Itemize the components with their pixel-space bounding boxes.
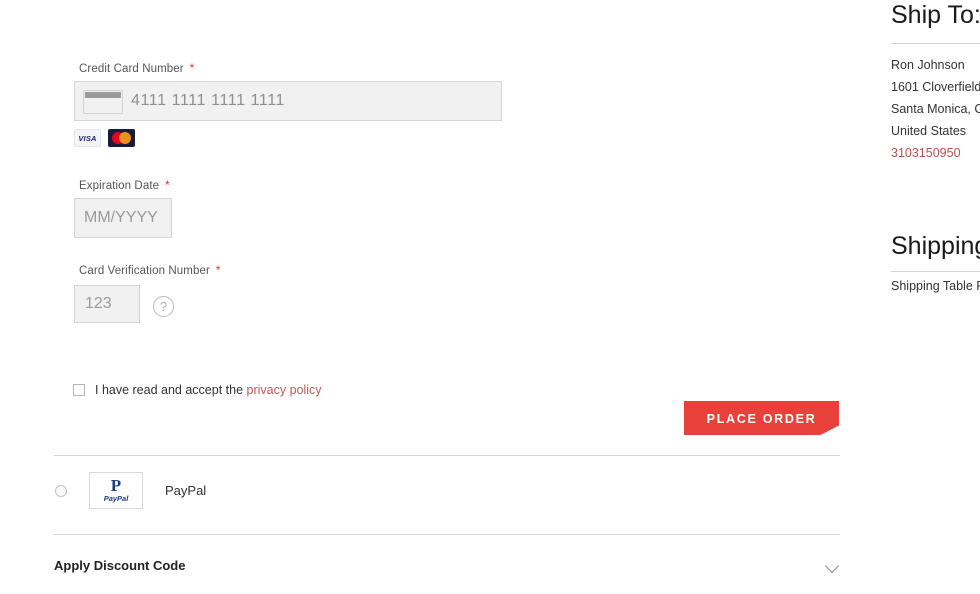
expiration-date-select[interactable]: MM/YYYY [74,198,172,238]
generic-credit-card-icon [83,88,123,114]
checkout-payment-page: Credit Card Number * 4111 1111 1111 1111 … [0,0,980,594]
card-verification-number-label: Card Verification Number * [79,264,220,278]
question-mark-icon[interactable]: ? [153,296,174,317]
payment-method-paypal[interactable]: P PayPal PayPal [55,472,206,509]
visa-logo: VISA [74,129,101,147]
privacy-policy-statement: I have read and accept the [95,383,244,397]
accepted-card-brands: VISA [74,129,135,147]
paypal-logo: P PayPal [89,472,143,509]
divider [891,43,980,44]
mastercard-logo [108,129,135,147]
paypal-radio[interactable] [55,484,67,497]
address-line: United States [891,124,967,138]
paypal-label: PayPal [165,483,207,498]
apply-discount-code-toggle[interactable]: Apply Discount Code [54,552,840,578]
card-verification-number-value: 123 [85,295,112,312]
privacy-policy-row: I have read and accept the privacy polic… [73,383,322,397]
privacy-policy-link[interactable]: privacy policy [247,383,322,397]
apply-discount-code-title: Apply Discount Code [54,557,186,573]
ship-to-heading: Ship To: [891,1,980,29]
order-summary-sidebar: Ship To: Ron Johnson 1601 Cloverfield B … [884,0,980,594]
required-asterisk: * [165,180,170,192]
address-line: 1601 Cloverfield B [891,80,980,94]
shipping-phone: 3103150950 [891,146,961,160]
place-order-button[interactable]: PLACE ORDER [684,401,839,435]
address-line: Santa Monica, Cal [891,102,980,116]
divider [54,455,840,456]
payment-method-column: Credit Card Number * 4111 1111 1111 1111 … [0,0,870,594]
privacy-policy-text: I have read and accept the privacy polic… [95,383,322,397]
visa-logo-text: VISA [78,133,97,143]
address-line: Ron Johnson [891,58,965,72]
required-asterisk: * [189,63,195,75]
credit-card-number-label-text: Credit Card Number [79,63,184,75]
credit-card-number-input[interactable]: 4111 1111 1111 1111 [74,81,502,121]
credit-card-number-value: 4111 1111 1111 1111 [131,92,286,109]
shipping-method: Shipping Table Ra [891,279,980,293]
privacy-policy-checkbox[interactable] [73,384,85,396]
paypal-logo-wordmark: PayPal [103,494,129,503]
paypal-logo-mark: P [110,476,122,495]
shipping-heading: Shipping [891,232,980,260]
expiration-date-label: Expiration Date * [79,179,170,193]
divider [54,534,840,535]
card-verification-number-input[interactable]: 123 [74,285,140,323]
required-asterisk: * [215,265,221,277]
expiration-date-value: MM/YYYY [84,209,158,226]
shipping-address: Ron Johnson 1601 Cloverfield B Santa Mon… [891,54,980,164]
chevron-down-icon[interactable] [826,558,840,572]
expiration-date-label-text: Expiration Date [79,180,160,192]
divider [891,271,980,272]
credit-card-number-label: Credit Card Number * [79,62,194,76]
card-verification-number-label-text: Card Verification Number [79,265,210,277]
